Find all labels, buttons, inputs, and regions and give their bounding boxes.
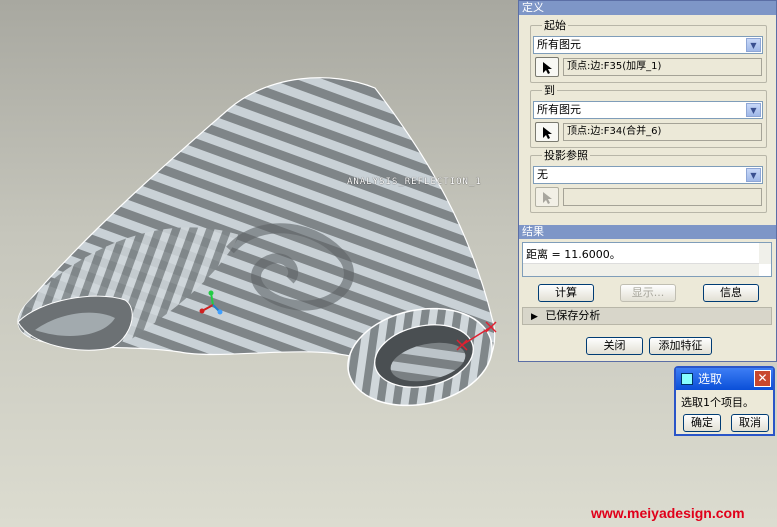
watermark-text: www.meiyadesign.com xyxy=(591,505,745,521)
chevron-down-icon: ▼ xyxy=(746,103,761,117)
chevron-down-icon: ▼ xyxy=(746,168,761,182)
from-label: 起始 xyxy=(542,19,568,32)
from-selection-collector[interactable]: 顶点:边:F35(加厚_1) xyxy=(563,58,762,76)
cancel-button[interactable]: 取消 xyxy=(731,414,769,432)
saved-analysis-toggle[interactable]: ▶ 已保存分析 xyxy=(522,307,772,325)
ok-button[interactable]: 确定 xyxy=(683,414,721,432)
to-label: 到 xyxy=(542,84,557,97)
projection-selection-collector[interactable] xyxy=(563,188,762,206)
popup-title-bar[interactable]: 选取 ✕ xyxy=(676,368,773,390)
select-popup-window: 选取 ✕ 选取1个项目。 确定 取消 xyxy=(674,366,775,436)
result-vertical-scrollbar[interactable] xyxy=(759,243,771,264)
close-icon[interactable]: ✕ xyxy=(754,370,771,387)
result-horizontal-scrollbar[interactable] xyxy=(523,263,759,276)
distance-value: 距离 = 11.6000。 xyxy=(526,248,621,261)
result-output: 距离 = 11.6000。 xyxy=(522,242,772,277)
arrow-cursor-icon xyxy=(543,62,552,74)
from-filter-select[interactable]: 所有图元 ▼ xyxy=(533,36,763,54)
window-icon xyxy=(681,373,693,385)
projection-label: 投影参照 xyxy=(542,149,590,162)
chevron-down-icon: ▼ xyxy=(746,38,761,52)
display-button[interactable]: 显示... xyxy=(620,284,676,302)
result-header: 结果 xyxy=(519,225,776,239)
measure-dialog: 定义 起始 所有图元 ▼ 顶点:边:F35(加厚_1) 到 所有图元 ▼ 顶点:… xyxy=(518,0,777,362)
triangle-right-icon: ▶ xyxy=(531,312,538,322)
popup-title: 选取 xyxy=(698,372,723,386)
saved-analysis-label: 已保存分析 xyxy=(545,309,601,322)
to-filter-select[interactable]: 所有图元 ▼ xyxy=(533,101,763,119)
projection-pick-button[interactable] xyxy=(535,187,559,207)
arrow-cursor-icon xyxy=(543,127,552,139)
from-pick-button[interactable] xyxy=(535,57,559,77)
add-feature-button[interactable]: 添加特征 xyxy=(649,337,712,355)
compute-button[interactable]: 计算 xyxy=(538,284,594,302)
reflection-analysis-label: ANALYSIS_REFLECTION_1 xyxy=(347,177,482,187)
to-selection-collector[interactable]: 顶点:边:F34(合并_6) xyxy=(563,123,762,141)
popup-message: 选取1个项目。 xyxy=(681,396,754,409)
info-button[interactable]: 信息 xyxy=(703,284,759,302)
close-button[interactable]: 关闭 xyxy=(586,337,643,355)
projection-filter-select[interactable]: 无 ▼ xyxy=(533,166,763,184)
to-pick-button[interactable] xyxy=(535,122,559,142)
definition-header: 定义 xyxy=(519,1,776,15)
arrow-cursor-icon xyxy=(543,192,552,204)
